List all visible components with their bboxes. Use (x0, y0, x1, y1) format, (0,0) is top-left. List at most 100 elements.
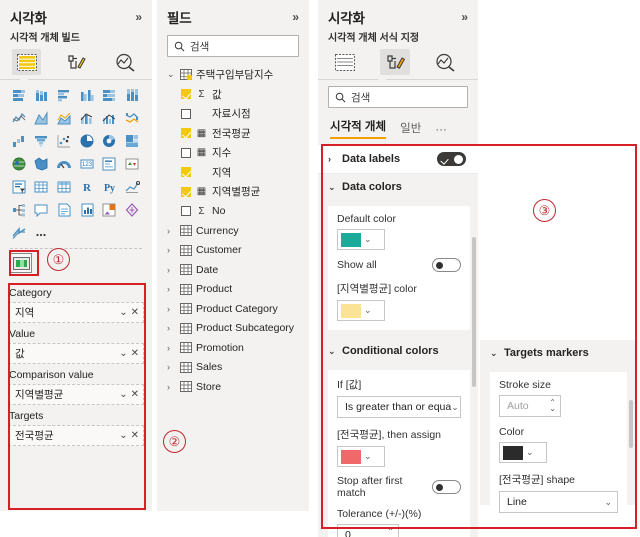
viz-card-icon[interactable]: 123 (76, 153, 99, 175)
collapse-panel-icon[interactable]: » (461, 10, 468, 24)
chevron-down-icon[interactable]: ⌄ (451, 402, 459, 413)
chevron-down-icon[interactable]: ⌄ (490, 348, 498, 359)
stop-after-first-match-toggle[interactable] (432, 480, 461, 494)
format-search-input[interactable]: 검색 (328, 86, 468, 108)
build-pane-icon[interactable] (12, 49, 42, 75)
chevron-down-icon[interactable]: ⌄ (119, 348, 127, 359)
viz-gauge-chart-icon[interactable] (53, 153, 76, 175)
fields-table-customer[interactable]: › Customer (157, 241, 309, 261)
well-dropzone-value[interactable]: 값 ⌄ ✕ (8, 343, 144, 364)
analytics-pane-icon[interactable] (111, 49, 140, 75)
remove-field-icon[interactable]: ✕ (131, 389, 139, 400)
chevron-right-icon[interactable]: › (167, 284, 176, 294)
viz-line-chart-icon[interactable] (8, 107, 31, 129)
fields-table-product-subcategory[interactable]: › Product Subcategory (157, 319, 309, 339)
targets-card-scrollbar[interactable] (629, 400, 633, 448)
fields-table-currency[interactable]: › Currency (157, 221, 309, 241)
remove-field-icon[interactable]: ✕ (131, 307, 139, 318)
field-item[interactable]: ▦ 지역별평균 (157, 182, 309, 202)
viz-matrix-icon[interactable] (53, 176, 76, 198)
chevron-down-icon[interactable]: ⌄ (119, 389, 127, 400)
viz-stacked-bar-chart-icon[interactable] (8, 84, 31, 106)
chevron-right-icon[interactable]: › (167, 304, 176, 314)
field-checkbox[interactable] (181, 108, 191, 119)
chevron-down-icon[interactable]: ⌄ (119, 307, 127, 318)
chevron-right-icon[interactable]: › (167, 343, 176, 353)
fields-search-input[interactable]: 검색 (167, 35, 299, 57)
fields-table-product[interactable]: › Product (157, 280, 309, 300)
tab-general[interactable]: 일반 (400, 120, 421, 139)
chevron-down-icon[interactable]: ⌄ (167, 69, 176, 80)
viz-pie-chart-icon[interactable] (76, 130, 99, 152)
tolerance-stepper[interactable]: 0 ⌃ ⌄ (337, 524, 399, 537)
fields-table-store[interactable]: › Store (157, 377, 309, 397)
viz-more-visuals-icon[interactable] (31, 222, 54, 244)
viz-power-automate-icon[interactable] (121, 199, 144, 221)
viz-line-and-stacked-column-chart-icon[interactable] (76, 107, 99, 129)
tab-visual[interactable]: 시각적 개체 (330, 118, 387, 139)
remove-field-icon[interactable]: ✕ (131, 348, 139, 359)
analytics-pane-icon[interactable] (430, 49, 460, 75)
field-item[interactable]: Σ 값 (157, 85, 309, 105)
field-checkbox[interactable] (181, 186, 191, 197)
card-data-colors-header[interactable]: ⌄ Data colors (318, 174, 478, 200)
well-dropzone-targets[interactable]: 전국평균 ⌄ ✕ (8, 425, 144, 446)
viz-power-apps-icon[interactable] (99, 199, 122, 221)
stroke-size-stepper[interactable]: Auto ⌃ ⌄ (499, 395, 561, 417)
viz-stacked-area-chart-icon[interactable] (53, 107, 76, 129)
chevron-right-icon[interactable]: › (167, 382, 176, 392)
custom-visual-icon[interactable] (10, 253, 32, 273)
conditional-color-picker[interactable]: ⌄ (337, 446, 385, 467)
chevron-down-icon[interactable]: ⌄ (364, 305, 372, 316)
viz-kpi-icon[interactable] (121, 153, 144, 175)
chevron-right-icon[interactable]: › (167, 245, 176, 255)
chevron-down-icon[interactable]: ⌄ (328, 346, 336, 357)
marker-color-picker[interactable]: ⌄ (499, 442, 547, 463)
viz-r-script-icon[interactable]: R (76, 176, 99, 198)
format-panel-scrollbar[interactable] (472, 237, 476, 387)
chevron-right-icon[interactable]: › (167, 226, 176, 236)
card-data-labels-header[interactable]: › Data labels (318, 145, 478, 173)
chevron-down-icon[interactable]: ⌄ (604, 497, 612, 508)
viz-arcgis-maps-icon[interactable] (8, 222, 31, 244)
chevron-right-icon[interactable]: › (167, 323, 176, 333)
field-item[interactable]: ▦ 지수 (157, 143, 309, 163)
viz-table-icon[interactable] (31, 176, 54, 198)
build-pane-icon[interactable] (330, 49, 360, 75)
viz-treemap-icon[interactable] (121, 130, 144, 152)
chevron-right-icon[interactable]: › (167, 265, 176, 275)
viz-slicer-icon[interactable] (8, 176, 31, 198)
viz-waterfall-chart-icon[interactable] (8, 130, 31, 152)
chevron-right-icon[interactable]: › (328, 154, 336, 164)
fields-table-product-category[interactable]: › Product Category (157, 299, 309, 319)
viz-filled-map-icon[interactable] (31, 153, 54, 175)
chevron-down-icon[interactable]: ⌄ (364, 451, 372, 462)
viz-100-stacked-bar-chart-icon[interactable] (99, 84, 122, 106)
viz-python-script-icon[interactable]: Py (99, 176, 122, 198)
field-item[interactable]: ▦ 전국평균 (157, 124, 309, 144)
card-targets-markers-header[interactable]: ⌄ Targets markers (480, 340, 635, 366)
default-color-picker[interactable]: ⌄ (337, 229, 385, 250)
viz-stacked-column-chart-icon[interactable] (31, 84, 54, 106)
viz-multi-row-card-icon[interactable] (99, 153, 122, 175)
chevron-down-icon[interactable]: ⌄ (364, 234, 372, 245)
viz-qna-icon[interactable] (31, 199, 54, 221)
field-checkbox[interactable] (181, 128, 191, 139)
tab-more-options[interactable]: ··· (435, 124, 447, 139)
stepper-arrows[interactable]: ⌃ ⌄ (387, 528, 394, 537)
target-shape-dropdown[interactable]: Line ⌄ (499, 491, 618, 513)
chevron-down-icon[interactable]: ⌄ (526, 447, 534, 458)
remove-field-icon[interactable]: ✕ (131, 430, 139, 441)
viz-ribbon-chart-icon[interactable] (121, 107, 144, 129)
format-pane-icon[interactable] (61, 49, 90, 75)
chevron-down-icon[interactable]: ⌄ (119, 430, 127, 441)
viz-key-influencers-icon[interactable] (121, 176, 144, 198)
viz-paginated-report-icon[interactable] (76, 199, 99, 221)
well-dropzone-comparison-value[interactable]: 지역별평균 ⌄ ✕ (8, 384, 144, 405)
chevron-down-icon[interactable]: ⌄ (328, 182, 336, 193)
viz-area-chart-icon[interactable] (31, 107, 54, 129)
condition-operator-dropdown[interactable]: Is greater than or equa ⌄ (337, 396, 461, 418)
chevron-down-icon[interactable]: ⌄ (549, 405, 556, 413)
series-color-picker[interactable]: ⌄ (337, 300, 385, 321)
field-checkbox[interactable] (181, 167, 191, 178)
